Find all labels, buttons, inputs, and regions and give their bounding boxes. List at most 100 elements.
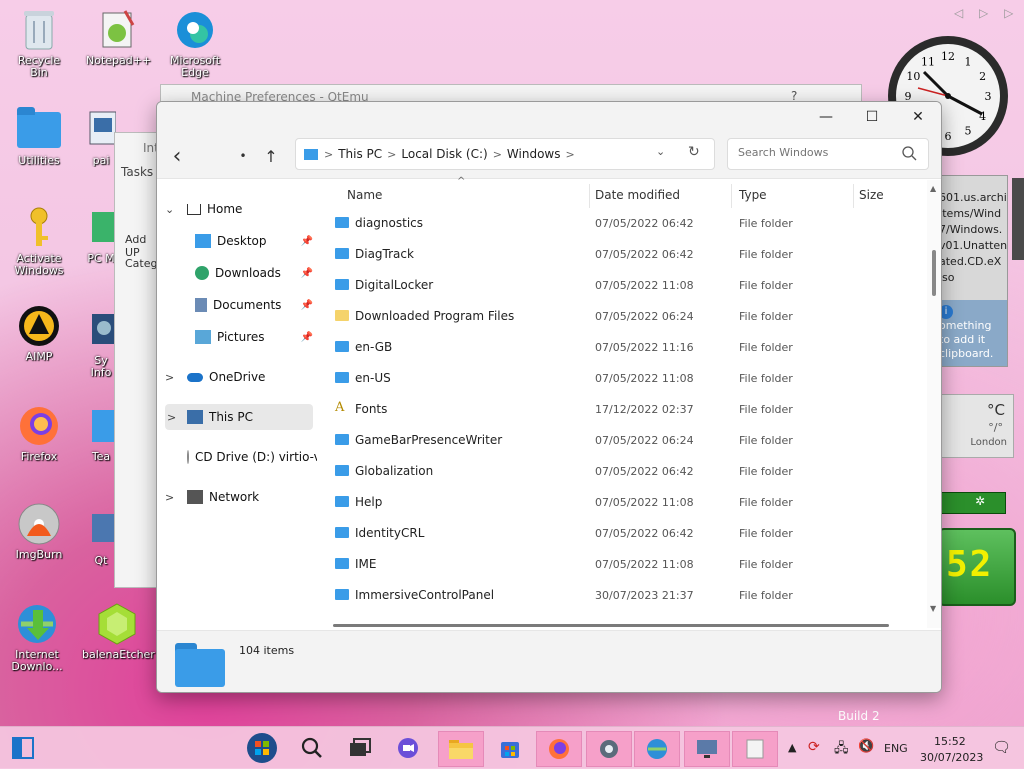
desktop-icon-aimp[interactable]: AIMP <box>8 304 70 363</box>
taskbar-qtemu[interactable] <box>684 731 730 767</box>
scroll-down-icon[interactable]: ▼ <box>930 604 936 613</box>
column-header-size[interactable]: Size <box>859 188 884 202</box>
table-row[interactable]: DigitalLocker 07/05/2022 11:08 File folder <box>327 270 922 301</box>
up-button[interactable]: ↑ <box>259 144 283 168</box>
column-divider[interactable] <box>589 184 590 208</box>
address-dropdown-icon[interactable]: ⌄ <box>656 145 665 158</box>
desktop-icon-balenaetcher[interactable]: balenaEtcher <box>82 602 155 661</box>
file-explorer-window[interactable]: — ☐ ✕ ‹ • ↑ > This PC > Local Disk (C:) … <box>156 101 942 693</box>
language-indicator[interactable]: ENG <box>884 742 908 755</box>
desktop-icon-notepadpp[interactable]: Notepad++ <box>86 8 151 67</box>
sync-icon[interactable]: ⟳ <box>808 739 820 755</box>
sidebar-item-pictures[interactable]: Pictures 📌 <box>195 324 313 350</box>
clock-time[interactable]: 15:52 <box>934 735 966 748</box>
table-row[interactable]: Help 07/05/2022 11:08 File folder <box>327 487 922 518</box>
sidebar-item-home[interactable]: ⌄ Home <box>165 196 327 222</box>
taskbar-settings[interactable] <box>586 731 632 767</box>
desktop-icon-edge[interactable]: Microsoft Edge <box>164 8 226 79</box>
sidebar-item-downloads[interactable]: Downloads 📌 <box>195 260 313 286</box>
weather-gadget[interactable]: °C °/° London <box>938 394 1014 458</box>
search-input[interactable] <box>736 145 900 160</box>
table-row[interactable]: IME 07/05/2022 11:08 File folder <box>327 549 922 580</box>
desktop-icon-activate-windows[interactable]: Activate Windows <box>8 206 70 277</box>
gadget-sidebar-strip[interactable] <box>1012 178 1024 260</box>
notifications-icon[interactable]: 🗨 <box>992 738 1011 756</box>
table-row[interactable]: Downloaded Program Files 07/05/2022 06:24… <box>327 301 922 332</box>
back-button[interactable]: ‹ <box>165 144 189 169</box>
desktop-icon-label: PC M <box>87 252 115 265</box>
forward-button[interactable]: • <box>231 144 255 168</box>
taskbar-firefox[interactable] <box>536 731 582 767</box>
column-header-type[interactable]: Type <box>739 188 767 202</box>
clock-date[interactable]: 30/07/2023 <box>920 751 983 764</box>
network-tray-icon[interactable]: 🖧 <box>834 739 849 761</box>
table-row[interactable]: Globalization 07/05/2022 06:42 File folder <box>327 456 922 487</box>
breadcrumb-local-disk[interactable]: Local Disk (C:) <box>401 147 487 161</box>
table-row[interactable]: DiagTrack 07/05/2022 06:42 File folder <box>327 239 922 270</box>
desktop-icon-utilities[interactable]: Utilities <box>8 107 70 167</box>
meet-button[interactable] <box>386 731 430 765</box>
taskbar-file-explorer[interactable] <box>438 731 484 767</box>
sidebar-item-desktop[interactable]: Desktop 📌 <box>195 228 313 254</box>
clipboard-line: Items/Wind <box>939 207 1002 220</box>
table-row[interactable]: ImmersiveControlPanel 30/07/2023 21:37 Fil… <box>327 580 922 611</box>
close-button[interactable]: ✕ <box>895 102 941 132</box>
folder-icon <box>335 279 349 290</box>
desktop-icon-sysinfo[interactable]: Sy Info <box>86 308 116 379</box>
column-divider[interactable] <box>731 184 732 208</box>
title-bar[interactable]: — ☐ ✕ <box>157 102 941 132</box>
search-icon <box>301 737 322 758</box>
refresh-icon[interactable]: ↻ <box>688 144 700 160</box>
table-row[interactable]: GameBarPresenceWriter 07/05/2022 06:24 Fil… <box>327 425 922 456</box>
column-divider[interactable] <box>853 184 854 208</box>
horizontal-scrollbar[interactable] <box>333 624 889 627</box>
minimize-button[interactable]: — <box>803 102 849 132</box>
chevron-down-icon[interactable]: ⌄ <box>165 203 174 216</box>
search-button[interactable] <box>290 731 334 765</box>
scroll-up-icon[interactable]: ▲ <box>930 184 936 193</box>
address-bar[interactable]: > This PC > Local Disk (C:) > Windows > … <box>295 138 715 170</box>
maximize-button[interactable]: ☐ <box>849 102 895 132</box>
start-button[interactable] <box>240 731 284 765</box>
taskbar-store[interactable] <box>488 731 532 765</box>
chevron-right-icon[interactable]: > <box>165 371 174 384</box>
sidebar-item-onedrive[interactable]: > OneDrive <box>165 364 327 390</box>
background-tasks-window[interactable]: Int Tasks Add UP Categ <box>114 132 162 588</box>
desktop-icon-teams[interactable]: Tea <box>86 404 116 463</box>
desktop-icon-recycle-bin[interactable]: Recycle Bin <box>8 8 70 79</box>
desktop-icon-firefox[interactable]: Firefox <box>8 404 70 463</box>
table-row[interactable]: IdentityCRL 07/05/2022 06:42 File folder <box>327 518 922 549</box>
table-row[interactable]: en-US 07/05/2022 11:08 File folder <box>327 363 922 394</box>
desktop-icon-pc-manager[interactable]: PC M <box>86 206 116 265</box>
search-box[interactable] <box>727 138 929 170</box>
vertical-scrollbar[interactable]: ▲ ▼ <box>927 180 941 628</box>
show-desktop-icon[interactable] <box>12 737 34 759</box>
volume-muted-icon[interactable]: 🔇 <box>858 739 874 754</box>
column-header-date[interactable]: Date modified <box>595 188 680 202</box>
table-row[interactable]: A Fonts 17/12/2022 02:37 File folder <box>327 394 922 425</box>
sidebar-item-cd-drive[interactable]: > CD Drive (D:) virtio-v <box>187 444 317 470</box>
taskbar-download-manager[interactable] <box>634 731 680 767</box>
sidebar-item-network[interactable]: > Network <box>165 484 327 510</box>
chevron-right-icon[interactable]: > <box>165 491 174 504</box>
file-explorer-icon <box>449 740 473 759</box>
sidebar-item-documents[interactable]: Documents 📌 <box>195 292 313 318</box>
column-header-name[interactable]: Name <box>347 188 382 202</box>
tray-overflow-icon[interactable]: ▲ <box>788 741 796 754</box>
desktop-icon-paint[interactable]: pai <box>86 108 116 167</box>
table-row[interactable]: en-GB 07/05/2022 11:16 File folder <box>327 332 922 363</box>
sidebar-item-this-pc[interactable]: > This PC <box>165 404 313 430</box>
clipboard-gadget[interactable]: 601.us.archi Items/Wind 7/Windows. v01.U… <box>934 175 1008 367</box>
breadcrumb-windows[interactable]: Windows <box>507 147 561 161</box>
desktop-icon-internet-download[interactable]: Internet Downlo... <box>6 602 68 673</box>
desktop-icon-imgburn[interactable]: ImgBurn <box>8 502 70 561</box>
scrollbar-thumb[interactable] <box>932 250 936 296</box>
chevron-right-icon[interactable]: > <box>167 411 176 424</box>
table-row[interactable]: diagnostics 07/05/2022 06:42 File folder <box>327 208 922 239</box>
meter-icon: ✲ <box>975 494 986 508</box>
breadcrumb-this-pc[interactable]: This PC <box>338 147 382 161</box>
task-view-button[interactable] <box>338 731 382 765</box>
nav-arrows[interactable]: ◁ ▷ ▷ <box>954 6 1019 20</box>
taskbar-app[interactable] <box>732 731 778 767</box>
desktop-icon-qt[interactable]: Qt <box>86 508 116 567</box>
